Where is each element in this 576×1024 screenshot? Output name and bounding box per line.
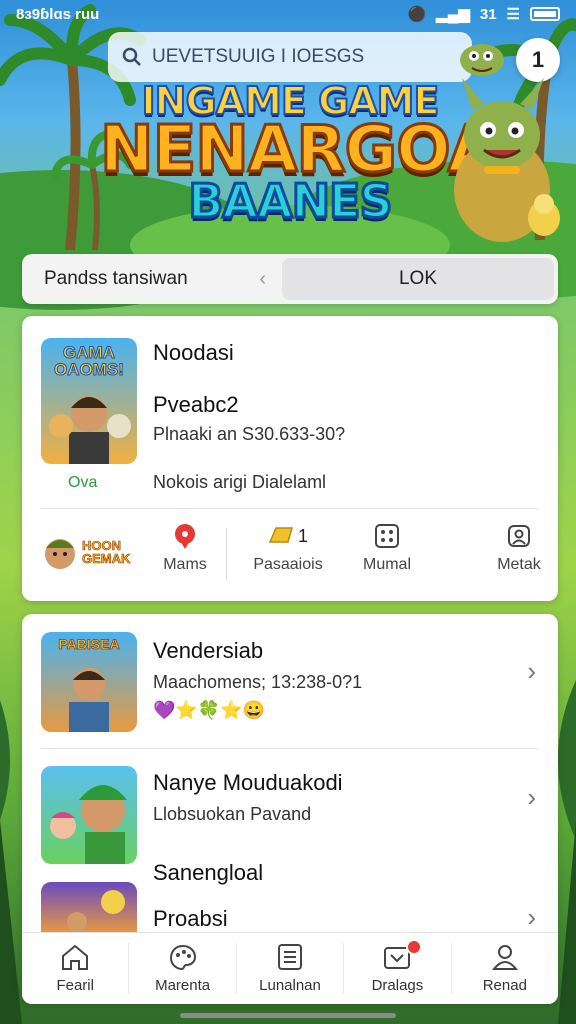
list-icon (278, 944, 303, 970)
list-thumbnail (41, 766, 137, 864)
nav-list[interactable]: Lunalnan (237, 933, 343, 1004)
notification-badge (406, 939, 423, 955)
logo-line-2: NENARGOA (99, 113, 499, 187)
stat-mumal-label: Mumal (362, 556, 411, 573)
palette-icon (169, 944, 196, 971)
nav-messages[interactable]: Dralags (344, 933, 450, 1004)
list-item[interactable]: Nanye Mouduakodi Llobsuokan Pavand › (22, 758, 558, 864)
tab-left-label: Pandss tansiwan (44, 268, 188, 289)
search-bar[interactable]: UEVETSUUIG I IOESGS (108, 32, 472, 82)
reaction-emoji-icons: 💜⭐🍀⭐😀 (153, 700, 266, 720)
home-icon (62, 944, 89, 970)
stat-metak-label: Metak (497, 556, 541, 573)
stat-mumal[interactable]: Mumal (352, 522, 422, 574)
wifi-icon: ☰ (506, 6, 520, 23)
featured-art-icon (49, 396, 131, 464)
featured-thumbnail[interactable]: GAMA OAOMS! (41, 338, 137, 464)
list-title: Nanye Mouduakodi (153, 770, 343, 795)
tab-right[interactable]: LOK (282, 258, 554, 300)
list-subtitle: Maachomens; 13:238-0?1 (153, 672, 363, 692)
battery-icon (530, 7, 560, 21)
nav-palette[interactable]: Marenta (129, 933, 235, 1004)
segment-tabs: Pandss tansiwan ‹ LOK (22, 254, 558, 304)
list-art-icon (67, 890, 125, 932)
list-divider (41, 748, 539, 749)
stat-divider (226, 528, 227, 580)
stat-mams-label: Mams (163, 556, 207, 573)
home-indicator (180, 1013, 396, 1018)
list-subtitle: Llobsuokan Pavand (153, 804, 312, 824)
list-item[interactable]: Sanengloal Proabsi › (22, 858, 558, 934)
nav-home[interactable]: Fearil (22, 933, 128, 1004)
stat-pasaaiois[interactable]: 1 Pasaaiois (238, 522, 338, 574)
list-art-icon (69, 668, 109, 732)
featured-title: Noodasi (153, 340, 234, 365)
card-divider (41, 508, 539, 509)
chevron-right-icon: › (527, 902, 536, 932)
list-subtitle: Proabsi (153, 906, 228, 931)
tab-left[interactable]: Pandss tansiwan ‹ (22, 254, 282, 304)
chevron-right-icon: › (527, 782, 536, 812)
list-item[interactable]: PABISEA Vendersiab Maachomens; 13:238-0?… (22, 624, 558, 749)
status-right: 31 (479, 5, 497, 23)
nav-list-label: Lunalnan (259, 977, 321, 994)
stat-pasaaiois-value: 1 (297, 525, 308, 546)
game-badge[interactable]: HOON GEMAK (42, 530, 138, 574)
nav-palette-label: Marenta (155, 977, 211, 994)
chevron-right-icon: › (527, 656, 536, 686)
nav-profile[interactable]: Renad (452, 933, 558, 1004)
character-face-icon (45, 539, 75, 569)
account-icon (508, 525, 530, 547)
featured-subtitle: Pveabc2 (153, 392, 239, 417)
nav-messages-label: Dralags (371, 977, 424, 994)
search-input[interactable]: UEVETSUUIG I IOESGS (152, 46, 364, 68)
stat-mams[interactable]: Mams (152, 522, 218, 574)
list-thumbnail: PABISEA (41, 632, 137, 732)
gold-bar-icon (268, 527, 293, 543)
game-badge-text: HOON GEMAK (82, 538, 131, 566)
search-icon (122, 47, 141, 66)
grid-icon (375, 524, 399, 548)
bottom-navigation: Fearil Marenta Lunalnan Dralags Renad (22, 932, 558, 1004)
stat-metak[interactable]: Metak (484, 522, 554, 574)
featured-status: Ova (68, 474, 98, 491)
chevron-left-icon: ‹ (259, 267, 266, 290)
stat-pasaaiois-label: Pasaaiois (253, 556, 323, 573)
tab-right-label: LOK (398, 268, 438, 289)
nav-profile-label: Renad (482, 977, 527, 994)
nav-home-label: Fearil (56, 977, 94, 994)
signal-icon: ▂▄▆ (436, 6, 470, 23)
game-logo: INGAME GAME NENARGOA BAANES (99, 81, 499, 226)
mascot-character-icon (454, 78, 560, 242)
notification-icon: ⚫ (407, 6, 427, 23)
list-thumbnail (41, 882, 137, 934)
list-title: Vendersiab (153, 638, 264, 663)
status-time: 8ɜ9ɓlɑs ruu (16, 5, 100, 23)
list-art-icon (50, 785, 127, 864)
status-bar: 8ɜ9ɓlɑs ruu ⚫ ▂▄▆ 31 ☰ (0, 0, 576, 28)
user-icon (491, 945, 518, 970)
featured-detail: Plnaaki an S30.633-30? (153, 424, 346, 444)
pin-icon (175, 524, 195, 549)
list-title: Sanengloal (153, 860, 264, 885)
featured-footer: Nokois arigi Dialelaml (153, 472, 327, 492)
